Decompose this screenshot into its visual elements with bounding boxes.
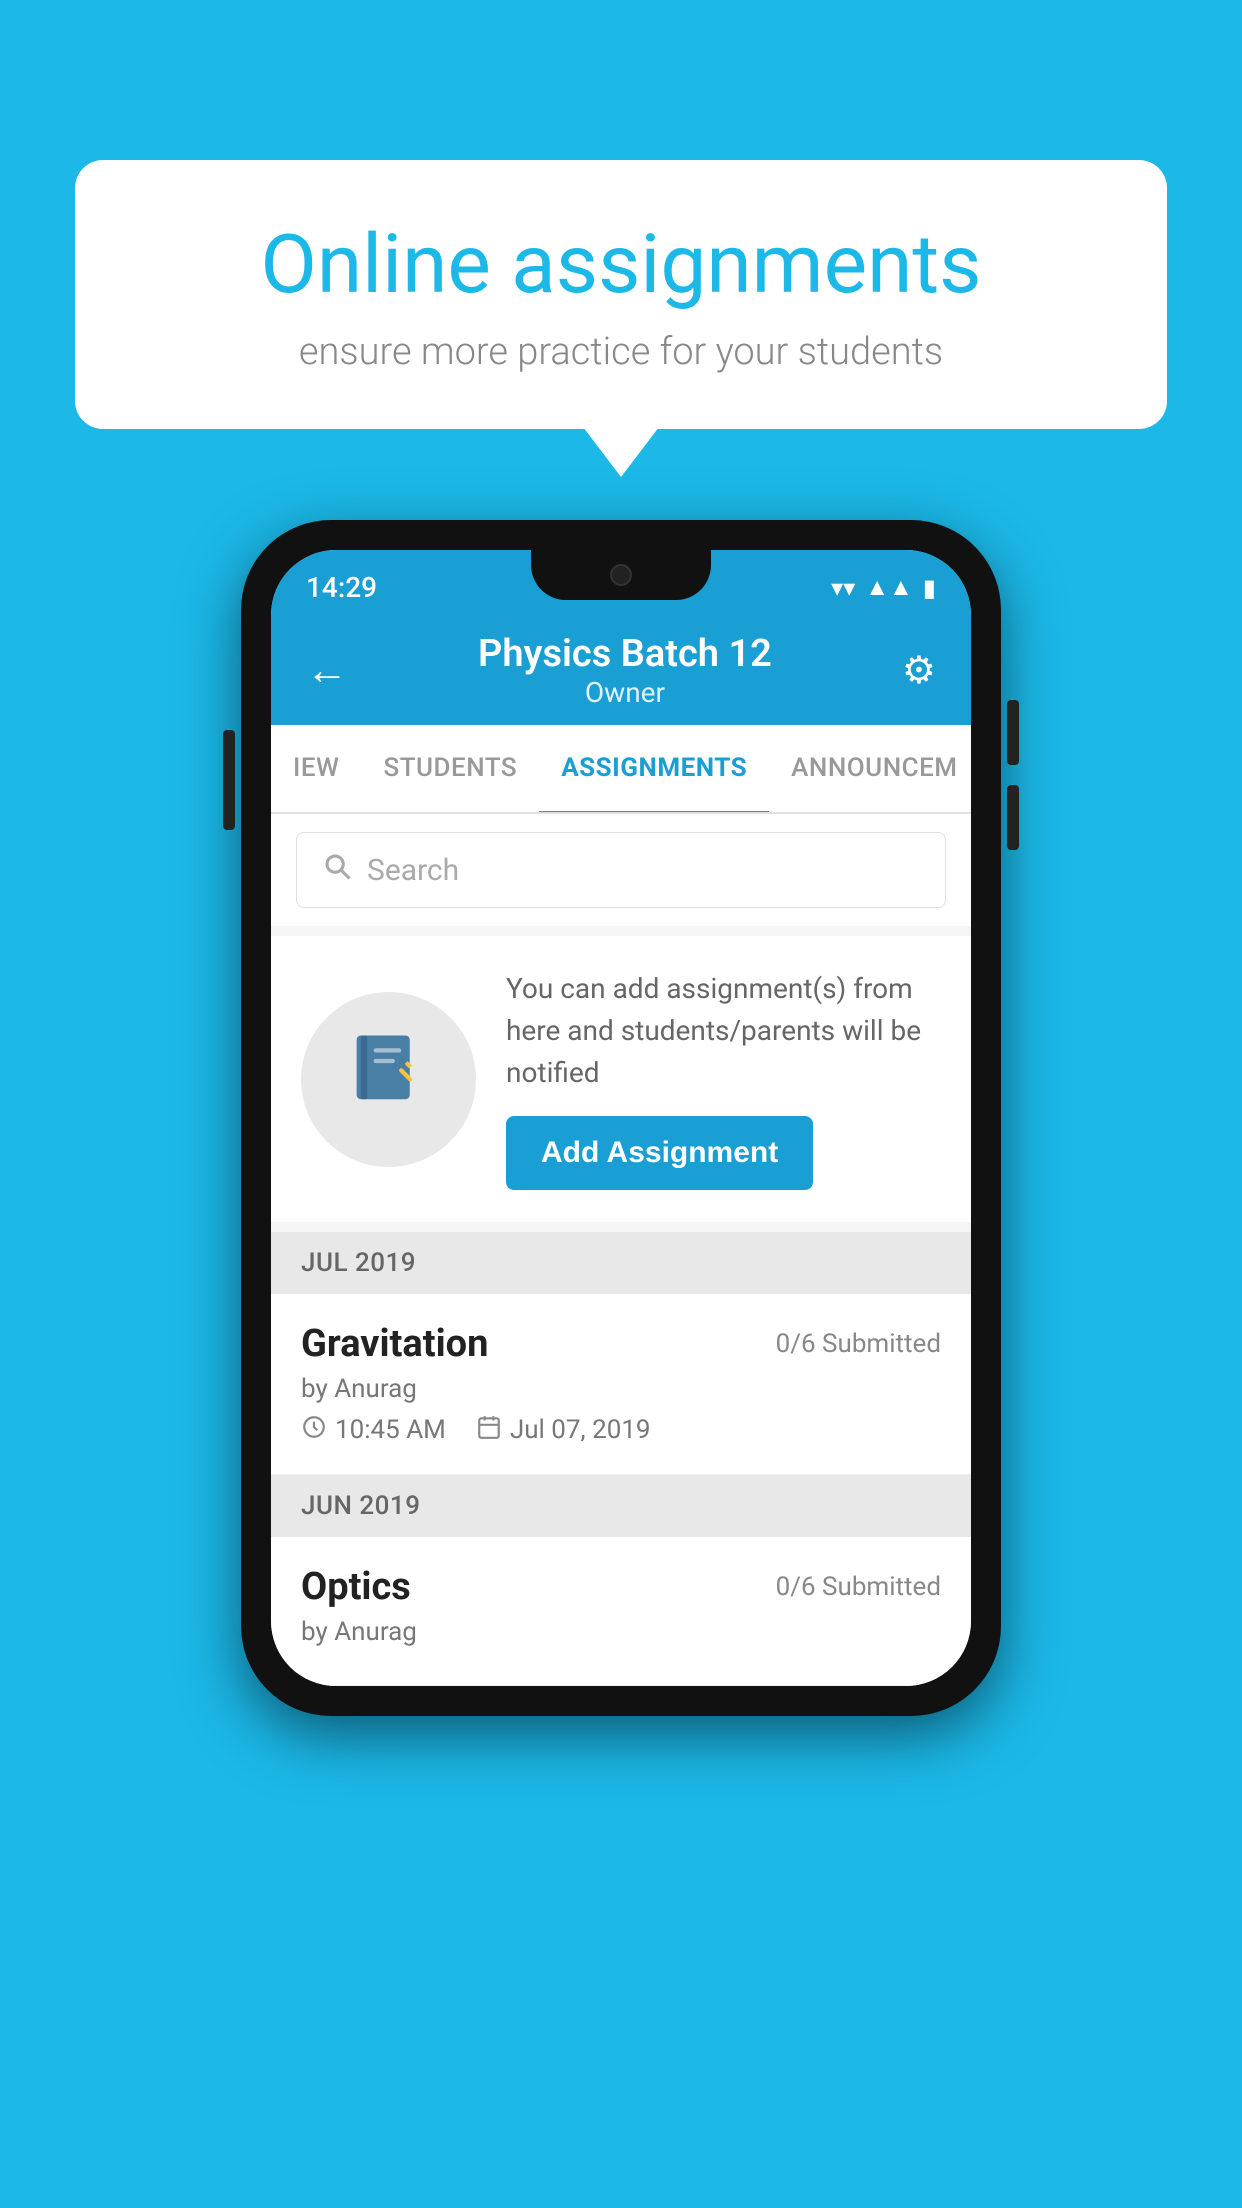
assignment-meta-gravitation: 10:45 AM Jul 07, 2019 [301,1414,941,1446]
header-title: Physics Batch 12 [478,632,772,676]
header-subtitle: Owner [478,676,772,709]
promo-description: You can add assignment(s) from here and … [506,968,941,1094]
time-meta: 10:45 AM [301,1414,446,1446]
promo-icon-circle [301,992,476,1167]
assignment-top-row: Gravitation 0/6 Submitted [301,1322,941,1366]
speech-bubble-subtext: ensure more practice for your students [145,330,1097,374]
phone-notch [531,550,711,600]
tabs-bar: IEW STUDENTS ASSIGNMENTS ANNOUNCEM [271,725,971,814]
assignment-item-gravitation[interactable]: Gravitation 0/6 Submitted by Anurag 10:4… [271,1294,971,1475]
status-icons: ▾▾ ▲▲ ▮ [831,573,936,602]
tab-students[interactable]: STUDENTS [361,725,539,812]
assignment-title-gravitation: Gravitation [301,1322,488,1366]
speech-bubble-heading: Online assignments [145,220,1097,310]
calendar-icon [476,1414,502,1446]
search-box[interactable]: Search [296,832,946,908]
date-meta: Jul 07, 2019 [476,1414,651,1446]
section-header-jun: JUN 2019 [271,1475,971,1537]
phone-camera [610,564,632,586]
header-center: Physics Batch 12 Owner [478,632,772,709]
app-header: ← Physics Batch 12 Owner ⚙ [271,615,971,725]
signal-icon: ▲▲ [865,573,913,602]
search-container: Search [271,814,971,926]
notebook-icon [346,1027,431,1132]
status-time: 14:29 [306,571,377,604]
tab-iew[interactable]: IEW [271,725,361,812]
clock-icon [301,1414,327,1446]
volume-up-button [1007,700,1019,765]
speech-bubble: Online assignments ensure more practice … [75,160,1167,429]
speech-bubble-container: Online assignments ensure more practice … [75,160,1167,429]
battery-icon: ▮ [923,574,936,602]
assignment-title-optics: Optics [301,1565,411,1609]
phone-container: 14:29 ▾▾ ▲▲ ▮ ← Physics Batch 12 Owner ⚙… [241,520,1001,1716]
power-button [223,730,235,830]
settings-icon[interactable]: ⚙ [902,648,936,693]
assignment-top-row-optics: Optics 0/6 Submitted [301,1565,941,1609]
assignment-item-optics[interactable]: Optics 0/6 Submitted by Anurag [271,1537,971,1686]
section-header-jul: JUL 2019 [271,1232,971,1294]
phone-screen: 14:29 ▾▾ ▲▲ ▮ ← Physics Batch 12 Owner ⚙… [271,550,971,1686]
add-assignment-button[interactable]: Add Assignment [506,1116,813,1190]
volume-down-button [1007,785,1019,850]
back-button[interactable]: ← [306,646,348,695]
tab-announcements[interactable]: ANNOUNCEM [769,725,971,812]
promo-text-area: You can add assignment(s) from here and … [506,968,941,1190]
assignment-author-optics: by Anurag [301,1617,941,1647]
promo-card: You can add assignment(s) from here and … [271,936,971,1222]
phone-frame: 14:29 ▾▾ ▲▲ ▮ ← Physics Batch 12 Owner ⚙… [241,520,1001,1716]
submitted-badge-gravitation: 0/6 Submitted [776,1329,941,1359]
submitted-badge-optics: 0/6 Submitted [776,1572,941,1602]
search-icon [322,851,352,889]
search-placeholder: Search [367,853,459,888]
assignment-author-gravitation: by Anurag [301,1374,941,1404]
assignment-time: 10:45 AM [335,1415,446,1445]
tab-assignments[interactable]: ASSIGNMENTS [539,725,769,814]
wifi-icon: ▾▾ [831,574,855,602]
assignment-date: Jul 07, 2019 [510,1415,651,1445]
